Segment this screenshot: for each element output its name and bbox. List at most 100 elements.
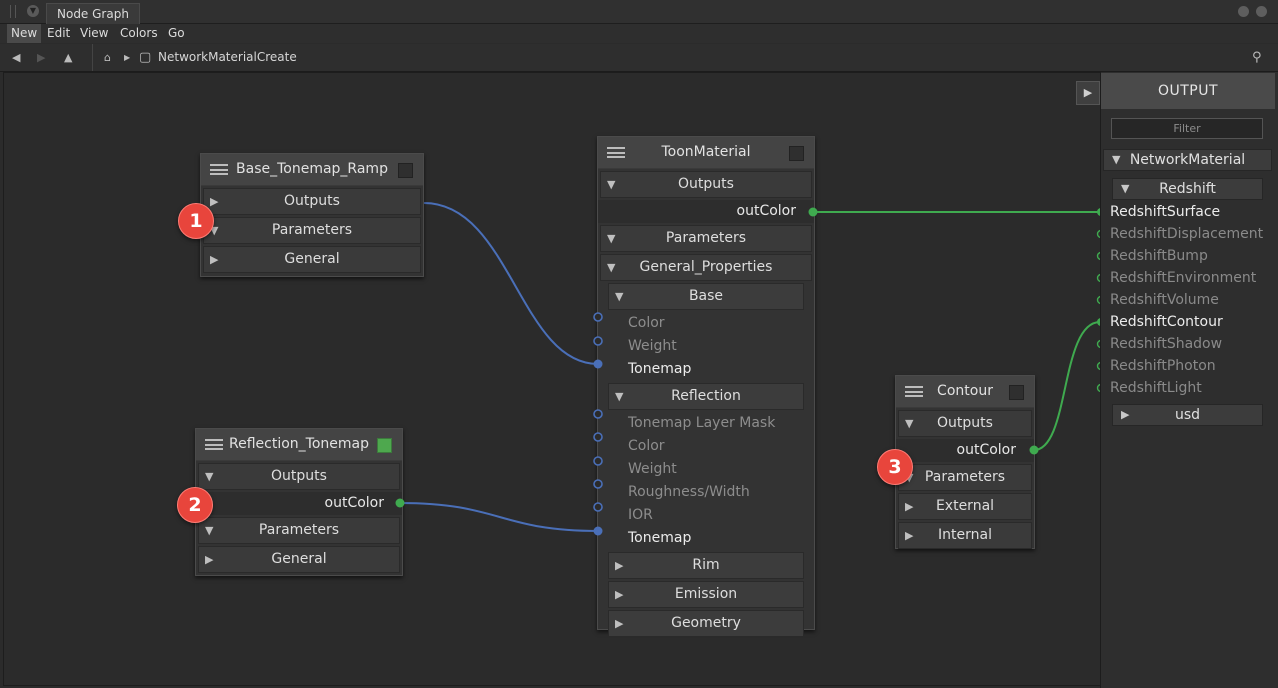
section-general-properties[interactable]: ▼ General_Properties [600,254,812,281]
pane-grip-handle[interactable] [10,5,16,18]
section-parameters[interactable]: ▼Parameters [203,217,421,244]
shader-redshift-surface[interactable]: RedshiftSurface [1110,203,1220,221]
output-port-outcolor[interactable]: outColor [196,492,402,515]
expand-icon: ▶ [615,559,624,572]
input-port-tonemap-layer-mask[interactable]: Tonemap Layer Mask [598,412,814,435]
input-port-reflection-weight[interactable]: Weight [598,458,814,481]
menu-colors[interactable]: Colors [116,24,162,43]
section-parameters[interactable]: ▼Parameters [600,225,812,252]
node-menu-icon[interactable] [210,164,228,175]
breadcrumb-arrow-icon: ▶ [124,53,131,62]
output-panel-title: OUTPUT [1101,73,1275,109]
expand-icon: ▶ [1121,408,1130,421]
collapse-icon: ▼ [607,178,616,191]
shader-redshift-volume[interactable]: RedshiftVolume [1110,291,1219,309]
section-outputs[interactable]: ▼ Outputs [600,171,812,198]
shader-redshift-photon[interactable]: RedshiftPhoton [1110,357,1216,375]
node-menu-icon[interactable] [607,147,625,158]
section-outputs[interactable]: ▶ Outputs [203,188,421,215]
section-outputs[interactable]: ▼ Outputs [898,410,1032,437]
section-parameters[interactable]: ▼Parameters [198,517,400,544]
section-reflection[interactable]: ▼ Reflection [608,383,804,410]
collapse-icon: ▼ [205,524,214,537]
callout-badge-3: 3 [877,449,913,485]
expand-icon: ▶ [905,500,914,513]
menu-go[interactable]: Go [164,24,189,43]
input-port-reflection-color[interactable]: Color [598,435,814,458]
node-header[interactable]: Contour [896,376,1034,408]
section-parameters[interactable]: ▼Parameters [898,464,1032,491]
network-material-header[interactable]: ▼ NetworkMaterial [1103,149,1272,171]
shader-redshift-shadow[interactable]: RedshiftShadow [1110,335,1222,353]
expand-icon: ▶ [615,588,624,601]
node-enable-checkbox[interactable] [377,438,392,453]
node-reflection-tonemap[interactable]: Reflection_Tonemap ▼ Outputs outColor ▼ Pa… [195,428,403,576]
output-port-outcolor[interactable]: outColor [896,439,1034,462]
collapse-icon: ▼ [205,470,214,483]
redshift-group-header[interactable]: ▼ Redshift [1112,178,1263,200]
section-rim[interactable]: ▶ Rim [608,552,804,579]
input-port-roughness-width[interactable]: Roughness/Width [598,481,814,504]
node-base-tonemap-ramp[interactable]: Base_Tonemap_Ramp ▶ Outputs ▼ Parameters ▶… [200,153,424,277]
node-header[interactable]: ToonMaterial [598,137,814,169]
collapse-icon: ▼ [905,417,914,430]
search-icon[interactable]: ⚲ [1252,44,1262,71]
input-port-base-color[interactable]: Color [598,312,814,335]
section-general[interactable]: ▶ General [203,246,421,273]
menu-edit[interactable]: Edit [43,24,74,43]
menu-view[interactable]: View [76,24,112,43]
node-menu-icon[interactable] [205,439,223,450]
shader-redshift-environment[interactable]: RedshiftEnvironment [1110,269,1256,287]
expand-icon: ▶ [205,553,214,566]
section-internal[interactable]: ▶ Internal [898,522,1032,549]
filter-input[interactable]: Filter [1111,118,1263,139]
section-general[interactable]: ▶ General [198,546,400,573]
usd-group-header[interactable]: ▶ usd [1112,404,1263,426]
close-icon[interactable] [1256,6,1267,17]
shader-redshift-light[interactable]: RedshiftLight [1110,379,1202,397]
shader-redshift-displacement[interactable]: RedshiftDisplacement [1110,225,1263,243]
node-toon-material[interactable]: ToonMaterial ▼ Outputs outColor ▼ Paramete… [597,136,815,637]
shader-redshift-contour[interactable]: RedshiftContour [1110,313,1223,331]
forward-icon[interactable]: ▶ [37,44,45,71]
section-geometry[interactable]: ▶ Geometry [608,610,804,637]
tab-node-graph[interactable]: Node Graph [46,3,140,24]
shader-redshift-bump[interactable]: RedshiftBump [1110,247,1208,265]
home-icon[interactable]: ⌂ [104,44,111,71]
toolbar: ◀ ▶ ▲ ⌂ ▶ ▢ NetworkMaterialCreate ⚲ [0,44,1278,72]
callout-badge-2: 2 [177,487,213,523]
node-title: Reflection_Tonemap [229,436,369,452]
section-external[interactable]: ▶ External [898,493,1032,520]
section-emission[interactable]: ▶ Emission [608,581,804,608]
node-menu-icon[interactable] [905,386,923,397]
node-enable-checkbox[interactable] [398,163,413,178]
node-contour[interactable]: Contour ▼Outputs outColor ▼Parameters ▶E… [895,375,1035,549]
collapse-icon: ▼ [1112,153,1121,166]
node-enable-checkbox[interactable] [1009,385,1024,400]
title-bar [0,0,1278,24]
section-base[interactable]: ▼ Base [608,283,804,310]
collapse-icon: ▼ [607,261,616,274]
collapse-icon: ▼ [1121,182,1130,195]
output-port-outcolor[interactable]: outColor [598,200,814,223]
pane-menu-icon[interactable]: ▼ [27,5,39,17]
folder-icon: ▢ [139,50,152,65]
input-port-base-tonemap[interactable]: Tonemap [598,358,814,381]
expand-icon: ▶ [905,529,914,542]
node-title: Contour [937,383,993,399]
expand-icon: ▶ [210,253,219,266]
menu-new[interactable]: New [7,24,42,43]
node-header[interactable]: Base_Tonemap_Ramp [201,154,423,186]
expand-icon: ▶ [615,617,624,630]
output-panel-toggle-icon[interactable]: ▶ [1076,81,1100,105]
back-icon[interactable]: ◀ [12,44,20,71]
up-icon[interactable]: ▲ [64,44,72,71]
section-outputs[interactable]: ▼ Outputs [198,463,400,490]
node-enable-checkbox[interactable] [789,146,804,161]
input-port-reflection-tonemap[interactable]: Tonemap [598,527,814,550]
node-header[interactable]: Reflection_Tonemap [196,429,402,461]
input-port-ior[interactable]: IOR [598,504,814,527]
breadcrumb-path[interactable]: NetworkMaterialCreate [158,44,297,71]
input-port-base-weight[interactable]: Weight [598,335,814,358]
minimize-icon[interactable] [1238,6,1249,17]
